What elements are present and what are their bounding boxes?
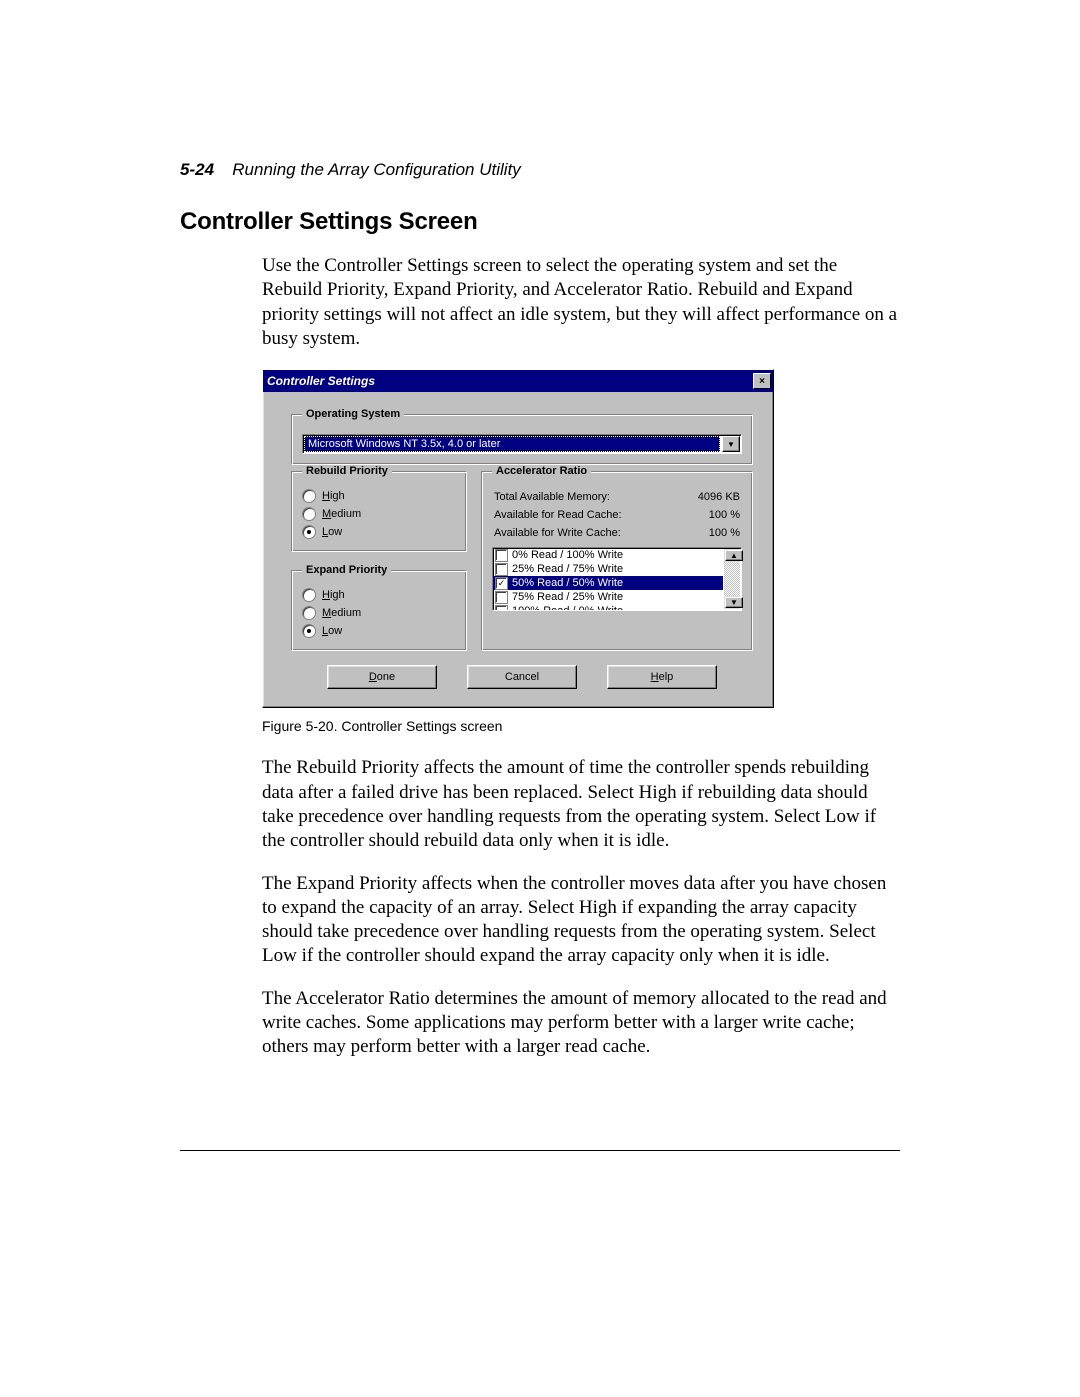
radio-label: Medium (322, 607, 361, 619)
rebuild-option-high[interactable]: High (302, 487, 456, 505)
running-header: 5-24 Running the Array Configuration Uti… (180, 160, 900, 180)
radio-icon (302, 606, 316, 620)
chevron-down-icon[interactable]: ▼ (722, 436, 740, 452)
expand-priority-group: Expand Priority High Medium Low (291, 564, 467, 651)
scroll-track[interactable] (724, 562, 740, 596)
accelerator-stat-label: Available for Read Cache: (494, 509, 680, 521)
rebuild-legend: Rebuild Priority (302, 465, 392, 477)
accelerator-legend: Accelerator Ratio (492, 465, 591, 477)
scroll-down-icon[interactable]: ▼ (725, 597, 743, 608)
os-combobox[interactable]: Microsoft Windows NT 3.5x, 4.0 or later … (302, 434, 742, 454)
accelerator-stat-label: Total Available Memory: (494, 491, 680, 503)
rebuild-paragraph: The Rebuild Priority affects the amount … (262, 756, 900, 853)
help-button[interactable]: Help (607, 665, 717, 689)
expand-legend: Expand Priority (302, 564, 391, 576)
list-item-label: 75% Read / 25% Write (512, 591, 623, 603)
accelerator-stat-label: Available for Write Cache: (494, 527, 680, 539)
rebuild-priority-group: Rebuild Priority High Medium Low (291, 465, 467, 552)
accelerator-stat-value: 100 % (698, 527, 740, 539)
list-item[interactable]: ✓ 50% Read / 50% Write (493, 576, 723, 590)
running-title: Running the Array Configuration Utility (232, 160, 521, 179)
radio-label: Medium (322, 508, 361, 520)
figure-caption: Figure 5-20. Controller Settings screen (262, 718, 900, 734)
list-item[interactable]: 75% Read / 25% Write (493, 590, 723, 604)
cancel-button[interactable]: Cancel (467, 665, 577, 689)
list-item-label: 100% Read / 0% Write (512, 605, 623, 610)
list-item-label: 0% Read / 100% Write (512, 549, 623, 561)
os-legend: Operating System (302, 408, 404, 420)
section-title: Controller Settings Screen (180, 208, 900, 236)
accelerator-stat-value: 100 % (698, 509, 740, 521)
radio-icon (302, 507, 316, 521)
expand-paragraph: The Expand Priority affects when the con… (262, 872, 900, 969)
radio-label: Low (322, 526, 342, 538)
radio-icon (302, 624, 316, 638)
accelerator-stat-value: 4096 KB (698, 491, 740, 503)
dialog-title: Controller Settings (267, 374, 375, 388)
radio-icon (302, 489, 316, 503)
controller-settings-dialog: Controller Settings × Operating System M… (262, 369, 774, 708)
rebuild-option-low[interactable]: Low (302, 523, 456, 541)
radio-icon (302, 588, 316, 602)
list-item-label: 25% Read / 75% Write (512, 563, 623, 575)
radio-icon (302, 525, 316, 539)
accelerator-ratio-listbox[interactable]: 0% Read / 100% Write 25% Read / 75% Write… (492, 547, 742, 611)
checkbox-icon (495, 563, 508, 576)
footer-rule (180, 1150, 900, 1151)
list-item[interactable]: 25% Read / 75% Write (493, 562, 723, 576)
os-value: Microsoft Windows NT 3.5x, 4.0 or later (304, 436, 720, 452)
rebuild-option-medium[interactable]: Medium (302, 505, 456, 523)
expand-option-medium[interactable]: Medium (302, 604, 456, 622)
list-item[interactable]: 100% Read / 0% Write (493, 604, 723, 610)
radio-label: High (322, 589, 345, 601)
list-item[interactable]: 0% Read / 100% Write (493, 548, 723, 562)
operating-system-group: Operating System Microsoft Windows NT 3.… (291, 408, 753, 465)
checkbox-icon (495, 591, 508, 604)
radio-label: High (322, 490, 345, 502)
close-icon[interactable]: × (753, 373, 771, 389)
checkbox-icon (495, 549, 508, 562)
page-number: 5-24 (180, 160, 214, 179)
accelerator-paragraph: The Accelerator Ratio determines the amo… (262, 987, 900, 1060)
expand-option-high[interactable]: High (302, 586, 456, 604)
dialog-titlebar: Controller Settings × (263, 370, 773, 392)
expand-option-low[interactable]: Low (302, 622, 456, 640)
scrollbar[interactable]: ▲ ▼ (724, 549, 740, 609)
accelerator-ratio-group: Accelerator Ratio Total Available Memory… (481, 465, 753, 651)
scroll-up-icon[interactable]: ▲ (725, 550, 743, 561)
done-button[interactable]: Done (327, 665, 437, 689)
radio-label: Low (322, 625, 342, 637)
intro-paragraph: Use the Controller Settings screen to se… (262, 254, 900, 351)
checkbox-icon: ✓ (495, 577, 508, 590)
checkbox-icon (495, 605, 508, 611)
list-item-label: 50% Read / 50% Write (512, 577, 623, 589)
